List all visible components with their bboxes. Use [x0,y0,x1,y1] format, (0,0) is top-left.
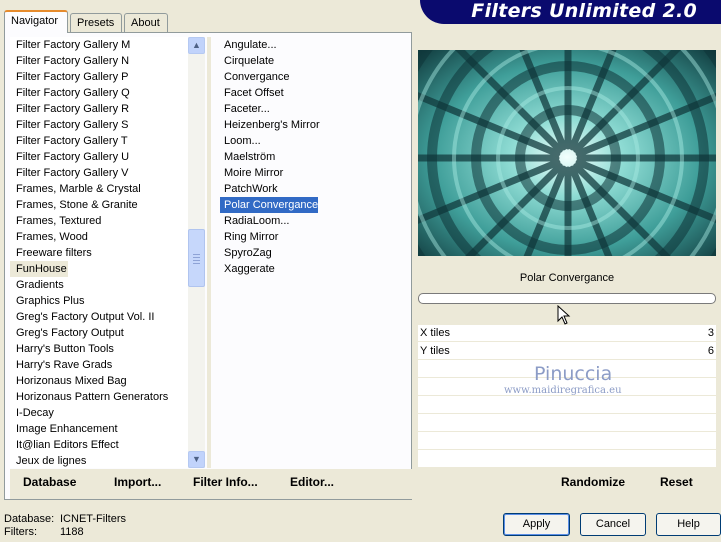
filters-count: 1188 [60,526,84,538]
mouse-cursor-icon [557,305,571,325]
filter-item[interactable]: PatchWork [220,181,278,197]
category-item[interactable]: Greg's Factory Output [10,325,188,341]
database-label: Database: [4,513,55,525]
category-item[interactable]: Filter Factory Gallery S [10,117,188,133]
banner-title: Filters Unlimited 2.0 [471,0,697,22]
apply-button[interactable]: Apply [503,513,570,536]
filter-item[interactable]: RadiaLoom... [220,213,289,229]
grip-line [193,260,200,261]
filter-item[interactable]: Cirquelate [220,53,274,69]
filter-item[interactable]: Xaggerate [220,261,275,277]
filter-item[interactable]: Polar Convergance [220,197,319,213]
category-item[interactable]: Filter Factory Gallery N [10,53,188,69]
category-item[interactable]: Frames, Wood [10,229,188,245]
param-label: X tiles [420,327,450,339]
param-label: Y tiles [420,345,450,357]
filter-item[interactable]: Facet Offset [220,85,284,101]
category-item[interactable]: Harry's Button Tools [10,341,188,357]
randomize-button[interactable]: Randomize [561,475,625,489]
category-item[interactable]: Frames, Marble & Crystal [10,181,188,197]
help-button[interactable]: Help [656,513,721,536]
watermark-name: Pinuccia [534,363,613,385]
param-row-empty [418,397,716,414]
grip-line [193,254,200,255]
category-item[interactable]: Harry's Rave Grads [10,357,188,373]
tab-navigator[interactable]: Navigator [4,10,68,33]
editor-button[interactable]: Editor... [290,475,334,489]
category-item[interactable]: Filter Factory Gallery P [10,69,188,85]
category-item[interactable]: Freeware filters [10,245,188,261]
category-item[interactable]: Jeux de lignes [10,453,188,468]
progress-bar [418,293,716,304]
filter-item[interactable]: Moire Mirror [220,165,283,181]
category-item[interactable]: Horizonaus Pattern Generators [10,389,188,405]
tab-presets[interactable]: Presets [70,13,122,32]
filter-item[interactable]: Loom... [220,133,261,149]
chevron-up-icon: ▲ [192,40,201,50]
category-item[interactable]: Frames, Textured [10,213,188,229]
param-row-empty [418,451,716,468]
category-list[interactable]: Filter Factory Gallery M Filter Factory G… [10,37,188,468]
import-button[interactable]: Import... [114,475,161,489]
watermark-url: www.maidiregrafica.eu [504,385,622,396]
database-button[interactable]: Database [23,475,76,489]
scroll-down-button[interactable]: ▼ [188,451,205,468]
param-value: 3 [707,327,714,339]
category-scrollbar[interactable]: ▲ ▼ [188,37,205,468]
scroll-up-button[interactable]: ▲ [188,37,205,54]
param-value: 6 [707,345,714,357]
category-item[interactable]: FunHouse [10,261,68,277]
category-item[interactable]: Greg's Factory Output Vol. II [10,309,188,325]
category-item[interactable]: Filter Factory Gallery V [10,165,188,181]
category-item[interactable]: Filter Factory Gallery M [10,37,188,53]
filter-item[interactable]: Convergance [220,69,289,85]
selected-filter-name: Polar Convergance [519,272,615,284]
reset-button[interactable]: Reset [660,475,693,489]
filters-unlimited-window: Filters Unlimited 2.0 Navigator Presets … [0,0,721,542]
title-banner: Filters Unlimited 2.0 [420,0,721,24]
preview-toolbar: Randomize Reset [418,469,716,499]
chevron-down-icon: ▼ [192,454,201,464]
filter-item[interactable]: Ring Mirror [220,229,278,245]
param-row-y-tiles[interactable]: Y tiles 6 [418,343,716,360]
database-value: ICNET-Filters [60,513,126,525]
category-item[interactable]: Horizonaus Mixed Bag [10,373,188,389]
category-item[interactable]: Filter Factory Gallery U [10,149,188,165]
cancel-button[interactable]: Cancel [580,513,646,536]
filter-item[interactable]: Heizenberg's Mirror [220,117,320,133]
grip-line [193,263,200,264]
category-item[interactable]: Filter Factory Gallery T [10,133,188,149]
navigator-toolbar: Database Import... Filter Info... Editor… [10,469,412,499]
filter-item[interactable]: Angulate... [220,37,277,53]
filter-item[interactable]: SpyroZag [220,245,272,261]
category-item[interactable]: Filter Factory Gallery R [10,101,188,117]
category-item[interactable]: Graphics Plus [10,293,188,309]
filter-item[interactable]: Faceter... [220,101,270,117]
filter-item[interactable]: Maelström [220,149,275,165]
scroll-thumb[interactable] [188,229,205,287]
preview-image [418,50,716,256]
parameter-list: X tiles 3 Y tiles 6 [418,325,716,468]
param-row-empty [418,415,716,432]
filter-list[interactable]: Angulate... Cirquelate Convergance Facet Of… [220,37,405,468]
param-row-empty [418,433,716,450]
param-row-x-tiles[interactable]: X tiles 3 [418,325,716,342]
category-item[interactable]: It@lian Editors Effect [10,437,188,453]
category-item[interactable]: Gradients [10,277,188,293]
grip-line [193,257,200,258]
tab-about[interactable]: About [124,13,168,32]
category-item[interactable]: I-Decay [10,405,188,421]
filter-info-button[interactable]: Filter Info... [193,475,258,489]
category-item[interactable]: Frames, Stone & Granite [10,197,188,213]
category-item[interactable]: Filter Factory Gallery Q [10,85,188,101]
list-divider [207,37,211,468]
category-item[interactable]: Image Enhancement [10,421,188,437]
filters-label: Filters: [4,526,37,538]
filter-preview [418,50,716,256]
status-info: Database: ICNET-Filters Filters: 1188 [4,513,126,539]
